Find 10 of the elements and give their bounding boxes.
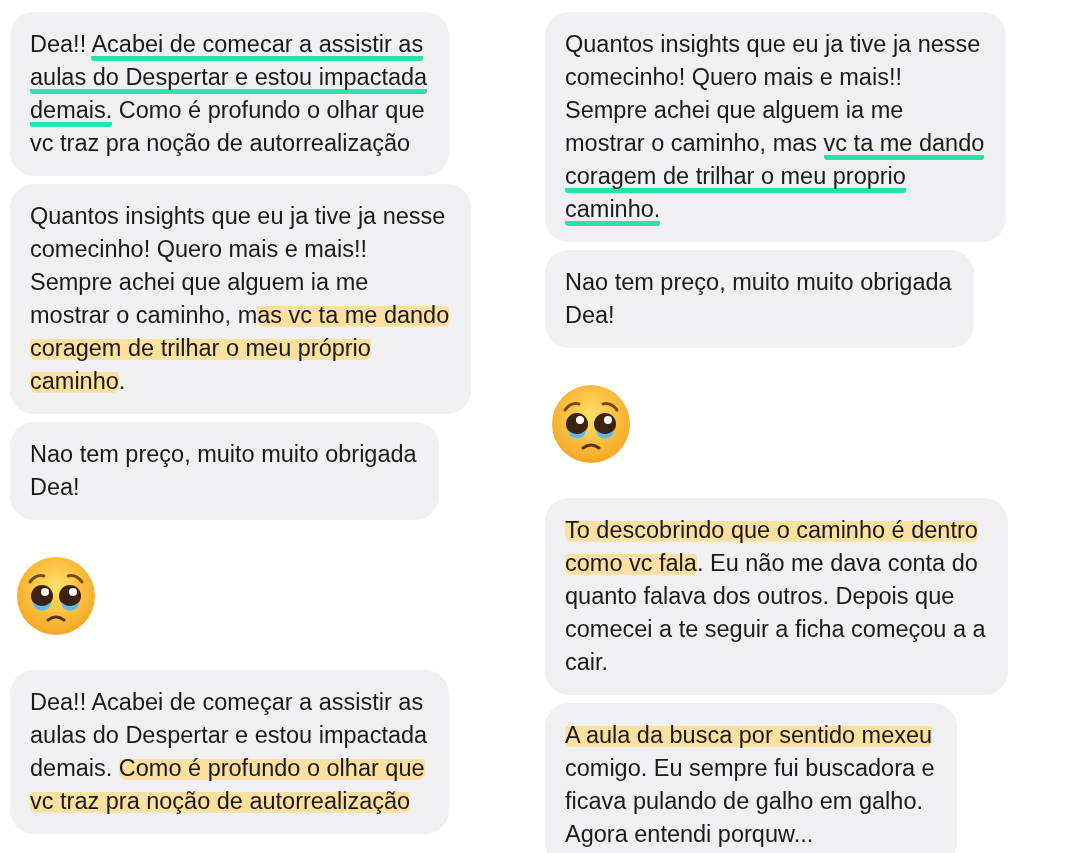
message-text: Nao tem preço, muito muito obrigada Dea! <box>30 440 417 502</box>
message-text: To descobrindo que o caminho é dentro como vc fala. Eu não me dava conta do quanto falava dos outros. Depois que comecei a te seguir a ficha começou a a cair. <box>565 516 986 677</box>
message-text: Quantos insights que eu ja tive ja nesse comecinho! Quero mais e mais!! Sempre achei que alguem ia me mostrar o caminho, mas vc ta me dando coragem de trilhar o meu proprio caminho. <box>565 28 985 226</box>
message-text: Nao tem preço, muito muito obrigada Dea! <box>565 268 952 330</box>
pleading-emoji-icon <box>16 556 96 636</box>
message-text: Quantos insights que eu ja tive ja nesse comecinho! Quero mais e mais!! Sempre achei que alguem ia me mostrar o caminho, mas vc ta me dando coragem de trilhar o meu próprio caminho. <box>30 202 450 396</box>
pleading-emoji-icon <box>551 384 631 464</box>
message-text: Dea!! Acabei de comecar a assistir as aulas do Despertar e estou impactada demais. Como é profundo o olhar que vc traz pra noção de autorrealização <box>30 30 428 158</box>
message-text: Dea!! Acabei de começar a assistir as aulas do Despertar e estou impactada demais. Como é profundo o olhar que vc traz pra noção de autorrealização <box>30 688 428 816</box>
message-text: A aula da busca por sentido mexeu comigo. Eu sempre fui buscadora e ficava pulando de galho em galho. Agora entendi porquw... <box>565 721 935 849</box>
